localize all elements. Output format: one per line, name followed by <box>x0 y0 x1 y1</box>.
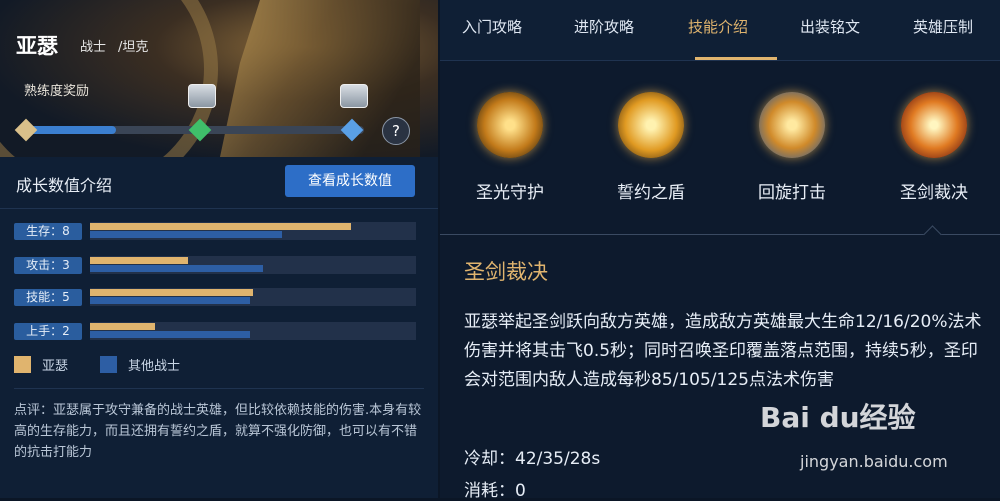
skill-label: 圣光守护 <box>476 183 544 203</box>
divider <box>0 208 438 209</box>
holy-sword-icon <box>901 92 967 158</box>
hero-name: 亚瑟 <box>16 34 58 58</box>
tab-skills[interactable]: 技能介绍 <box>688 16 748 37</box>
skill-label: 誓约之盾 <box>617 183 685 203</box>
stat-label: 上手：2 <box>14 323 82 340</box>
tab-advanced-guide[interactable]: 进阶攻略 <box>574 16 634 37</box>
mastery-progress-fill <box>24 126 116 134</box>
hero-stat-bar <box>90 257 188 264</box>
hero-comment: 点评：亚瑟属于攻守兼备的战士英雄，但比较依赖技能的伤害.本身有较高的生存能力，而… <box>14 403 422 460</box>
watermark-url: jingyan.baidu.com <box>800 452 948 471</box>
stat-label: 生存：8 <box>14 223 82 240</box>
reward-chest-icon[interactable] <box>188 84 216 108</box>
right-panel: 入门攻略 进阶攻略 技能介绍 出装铭文 英雄压制 圣光守护 誓约之盾 回旋打击 … <box>440 0 1000 501</box>
legend-others-swatch <box>100 356 117 373</box>
divider <box>440 234 1000 235</box>
skill-label: 圣剑裁决 <box>900 183 968 203</box>
skill-oath-shield[interactable]: 誓约之盾 <box>608 92 694 203</box>
divider <box>14 388 424 389</box>
stat-row: 攻击：3 <box>14 256 416 274</box>
hero-banner: 亚瑟 战士 /坦克 熟练度奖励 ? <box>0 0 438 157</box>
tab-builds[interactable]: 出装铭文 <box>800 16 860 37</box>
skill-detail-description: 亚瑟举起圣剑跃向敌方英雄，造成敌方英雄最大生命12/16/20%法术伤害并将其击… <box>464 312 982 390</box>
others-stat-bar <box>90 331 250 338</box>
others-stat-bar <box>90 297 250 304</box>
legend-others-label: 其他战士 <box>128 359 181 374</box>
hero-stat-bar <box>90 223 351 230</box>
help-button[interactable]: ? <box>382 117 410 145</box>
stat-row: 生存：8 <box>14 222 416 240</box>
skill-spin-strike[interactable]: 回旋打击 <box>749 92 835 203</box>
skill-detail-title: 圣剑裁决 <box>464 260 548 284</box>
mastery-reward-label: 熟练度奖励 <box>24 84 90 99</box>
legend-hero-label: 亚瑟 <box>42 359 69 374</box>
hero-role-secondary: /坦克 <box>118 40 149 55</box>
stat-label: 攻击：3 <box>14 257 82 274</box>
stat-row: 上手：2 <box>14 322 416 340</box>
spin-strike-icon <box>759 92 825 158</box>
others-stat-bar <box>90 265 263 272</box>
tab-bar: 入门攻略 进阶攻略 技能介绍 出装铭文 英雄压制 <box>440 0 1000 61</box>
skill-holy-sword[interactable]: 圣剑裁决 <box>891 92 977 203</box>
reward-chest-icon[interactable] <box>340 84 368 108</box>
skill-cost: 消耗：0 <box>464 481 526 501</box>
view-growth-button[interactable]: 查看成长数值 <box>285 165 415 197</box>
others-stat-bar <box>90 231 283 238</box>
stat-label: 技能：5 <box>14 289 82 306</box>
selected-skill-pointer <box>923 225 942 244</box>
left-panel: 亚瑟 战士 /坦克 熟练度奖励 ? 成长数值介绍 查看成长数值 生存：8 攻击：3… <box>0 0 438 498</box>
tab-beginner-guide[interactable]: 入门攻略 <box>462 16 522 37</box>
legend-hero-swatch <box>14 356 31 373</box>
growth-title: 成长数值介绍 <box>16 176 113 195</box>
skill-holy-guard[interactable]: 圣光守护 <box>467 92 553 203</box>
hero-stat-bar <box>90 323 156 330</box>
hero-role: 战士 <box>80 40 107 55</box>
stat-row: 技能：5 <box>14 288 416 306</box>
tab-counters[interactable]: 英雄压制 <box>913 16 973 37</box>
holy-shield-icon <box>477 92 543 158</box>
skill-cooldown: 冷却：42/35/28s <box>464 449 601 469</box>
skill-label: 回旋打击 <box>758 183 826 203</box>
hero-stat-bar <box>90 289 253 296</box>
oath-shield-icon <box>618 92 684 158</box>
active-tab-indicator <box>695 57 777 60</box>
watermark-brand: Bai du经验 <box>760 401 916 434</box>
